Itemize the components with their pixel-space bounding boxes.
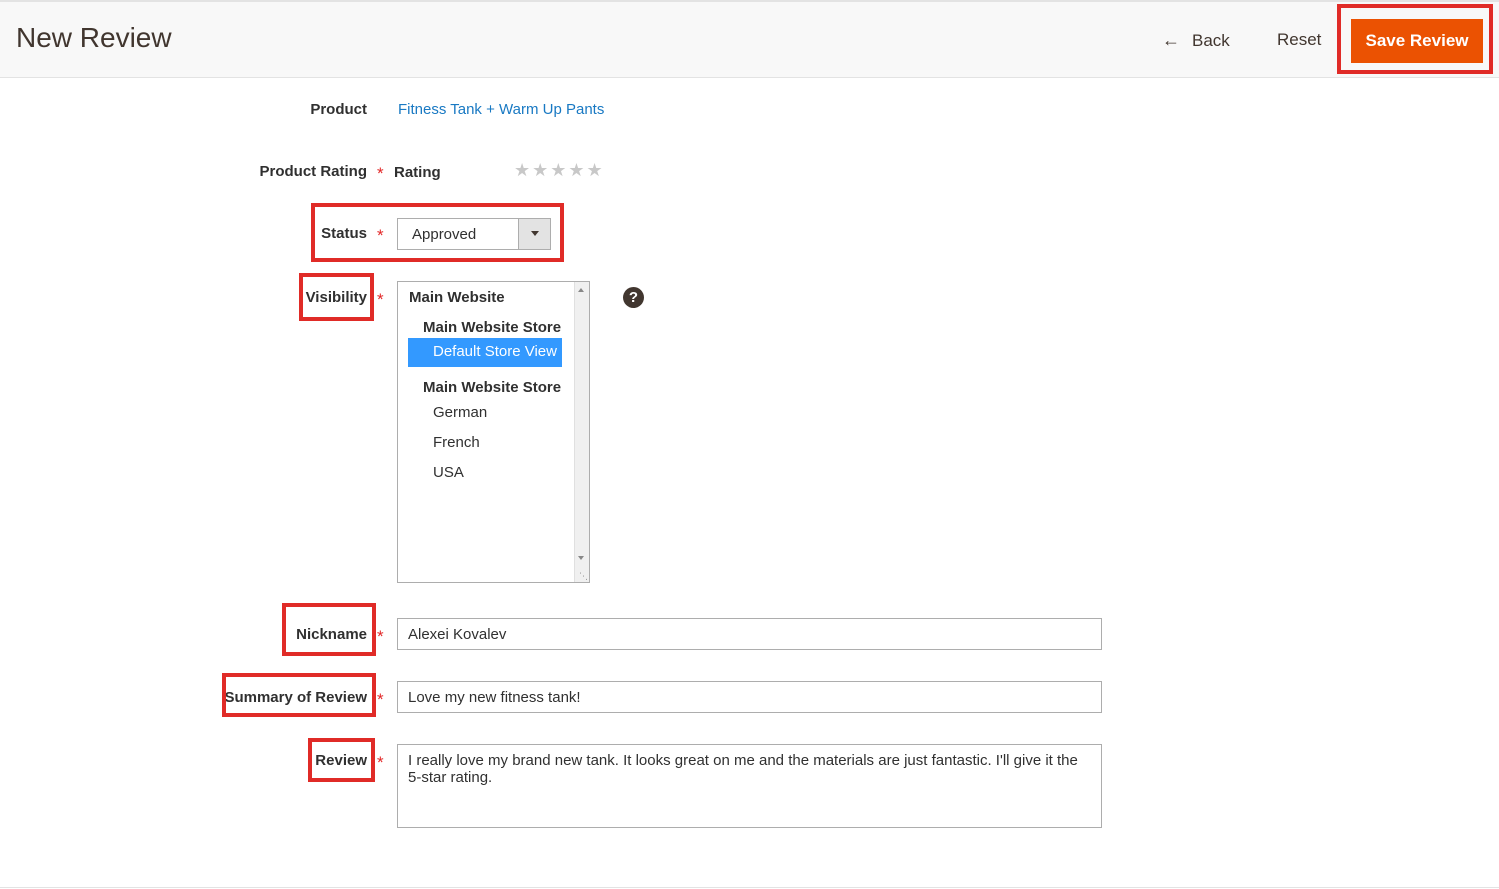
chevron-down-icon [531, 231, 539, 236]
nickname-input[interactable] [397, 618, 1102, 650]
back-button-label: Back [1192, 31, 1230, 50]
required-marker: * [377, 164, 384, 183]
required-marker: * [377, 226, 384, 245]
reset-button[interactable]: Reset [1277, 30, 1321, 50]
status-dropdown-toggle[interactable] [518, 219, 550, 249]
review-label: Review [315, 752, 367, 769]
review-textarea[interactable]: I really love my brand new tank. It look… [397, 744, 1102, 828]
visibility-option-website[interactable]: Main Website [409, 289, 505, 306]
visibility-option-usa[interactable]: USA [433, 464, 464, 481]
status-value: Approved [412, 226, 477, 243]
footer-divider [0, 887, 1499, 888]
nickname-label: Nickname [296, 626, 367, 643]
status-select[interactable]: Approved [397, 218, 551, 250]
summary-input[interactable] [397, 681, 1102, 713]
page-header: New Review ← Back Reset Save Review [0, 0, 1499, 78]
product-label: Product [310, 101, 367, 118]
page-title: New Review [16, 22, 172, 53]
save-review-button[interactable]: Save Review [1351, 19, 1483, 63]
rating-label: Rating [394, 164, 441, 181]
visibility-multiselect[interactable]: Main Website Main Website Store Default … [397, 281, 590, 583]
scroll-up-icon [578, 288, 584, 292]
required-marker: * [377, 290, 384, 309]
required-marker: * [377, 753, 384, 772]
visibility-option-store[interactable]: Main Website Store [423, 319, 561, 336]
rating-stars[interactable]: ★★★★★ [514, 160, 605, 181]
visibility-option-french[interactable]: French [433, 434, 480, 451]
visibility-option-german[interactable]: German [433, 404, 487, 421]
help-icon[interactable]: ? [623, 287, 644, 308]
visibility-option-store[interactable]: Main Website Store [423, 379, 561, 396]
product-rating-label: Product Rating [259, 163, 368, 180]
resize-grip-icon[interactable]: ⋱ [579, 572, 588, 581]
required-marker: * [377, 627, 384, 646]
arrow-left-icon: ← [1162, 30, 1180, 50]
visibility-option-selected[interactable]: Default Store View [408, 338, 562, 367]
status-label: Status [321, 225, 367, 242]
summary-label: Summary of Review [224, 689, 367, 706]
back-button[interactable]: ← Back [1162, 30, 1230, 51]
product-link[interactable]: Fitness Tank + Warm Up Pants [398, 101, 604, 118]
required-marker: * [377, 690, 384, 709]
visibility-option-label: Default Store View [433, 343, 557, 360]
visibility-scrollbar[interactable] [574, 282, 589, 582]
visibility-label: Visibility [305, 289, 367, 306]
scroll-down-icon [578, 556, 584, 560]
